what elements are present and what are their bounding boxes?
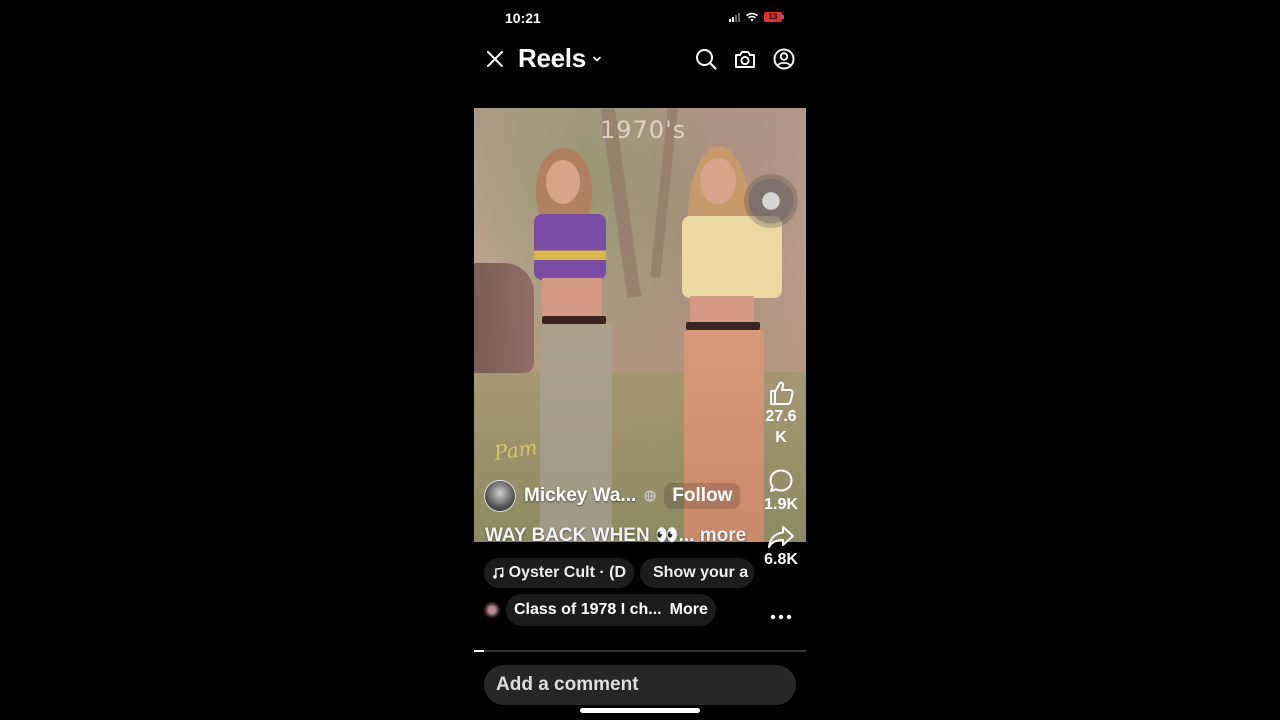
comment-icon (769, 469, 793, 492)
comment-button[interactable]: 1.9K (764, 468, 798, 515)
search-icon (696, 49, 717, 70)
author-name[interactable]: Mickey Wa... (524, 485, 636, 507)
share-icon (767, 526, 794, 548)
more-horizontal-icon (770, 614, 792, 620)
show-chip-label: Show your a (653, 564, 749, 581)
assistive-touch-button[interactable] (744, 174, 798, 228)
reel-actions: 27.6K 1.9K 6.8K (758, 380, 804, 570)
camera-button[interactable] (733, 47, 757, 71)
share-button[interactable]: 6.8K (764, 525, 798, 570)
status-time: 10:21 (505, 10, 541, 26)
reels-title-dropdown[interactable]: Reels (518, 43, 602, 74)
group-chip[interactable]: Class of 1978 I ch... More (506, 594, 716, 626)
show-chip[interactable]: Show your a (640, 558, 754, 588)
home-indicator (580, 708, 700, 713)
chevron-down-icon (593, 56, 601, 62)
group-label: Class of 1978 I ch... (514, 601, 662, 618)
camera-icon (735, 51, 755, 68)
search-button[interactable] (694, 47, 718, 71)
post-caption[interactable]: WAY BACK WHEN 👀... more (485, 523, 746, 547)
chip-row: Oyster Cult · (D Show your a (484, 558, 754, 588)
reel-video[interactable]: 1970's Pam (474, 108, 806, 542)
battery-level: 13 (764, 12, 782, 22)
close-button[interactable] (483, 47, 507, 71)
group-row: Class of 1978 I ch... More (484, 594, 716, 626)
profile-icon (773, 48, 795, 70)
follow-button[interactable]: Follow (664, 483, 741, 509)
like-count: 27.6K (765, 408, 797, 446)
music-chip[interactable]: Oyster Cult · (D (484, 558, 634, 588)
thumbs-up-icon (770, 381, 794, 405)
reels-screen: 10:21 13 Reels 1970's Pam Mickey Wa... F… (474, 0, 806, 720)
battery-icon: 13 (764, 12, 784, 22)
music-note-icon (493, 567, 504, 579)
profile-button[interactable] (772, 47, 796, 71)
close-icon (487, 51, 503, 67)
like-button[interactable]: 27.6K (761, 380, 801, 448)
video-progress-fill (474, 650, 484, 652)
group-more-link[interactable]: More (670, 601, 708, 619)
author-avatar[interactable] (484, 480, 516, 512)
video-overlay-year: 1970's (600, 116, 687, 144)
share-count: 6.8K (764, 551, 798, 568)
cellular-signal-icon (729, 12, 740, 22)
more-options-button[interactable] (770, 607, 792, 625)
comment-count: 1.9K (764, 496, 798, 513)
author-row: Mickey Wa... Follow (484, 480, 741, 512)
globe-icon (644, 490, 656, 502)
music-chip-label: Oyster Cult · (D (508, 564, 626, 581)
video-progress-bar[interactable] (474, 650, 806, 652)
status-icons: 13 (729, 12, 784, 22)
add-comment-input[interactable]: Add a comment (484, 665, 796, 705)
group-avatar (484, 602, 500, 618)
header-actions (694, 47, 796, 71)
page-title: Reels (518, 43, 586, 73)
wifi-icon (746, 12, 758, 22)
